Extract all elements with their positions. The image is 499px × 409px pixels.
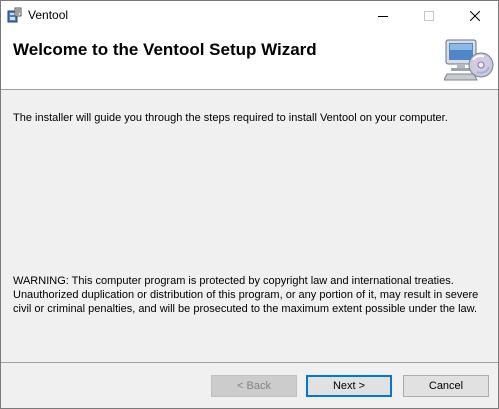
next-button[interactable]: Next > — [306, 375, 392, 397]
window-title: Ventool — [28, 8, 69, 22]
installer-package-icon — [7, 7, 23, 23]
cancel-button[interactable]: Cancel — [403, 375, 489, 397]
intro-text: The installer will guide you through the… — [13, 112, 448, 124]
computer-cd-icon — [443, 38, 494, 84]
minimize-icon — [378, 15, 388, 17]
page-title: Welcome to the Ventool Setup Wizard — [13, 40, 317, 59]
maximize-icon — [424, 10, 434, 21]
minimize-button[interactable] — [360, 1, 406, 30]
maximize-button[interactable] — [406, 1, 452, 30]
footer-divider — [1, 362, 498, 363]
close-icon — [470, 10, 480, 21]
setup-wizard-window: Ventool Welcome to the Ventool Setup Wiz… — [0, 0, 499, 409]
back-button[interactable]: < Back — [211, 375, 297, 397]
title-bar[interactable]: Ventool — [1, 1, 498, 30]
copyright-warning-text: WARNING: This computer program is protec… — [13, 275, 479, 315]
close-button[interactable] — [452, 1, 498, 30]
wizard-header: Welcome to the Ventool Setup Wizard — [1, 30, 498, 90]
